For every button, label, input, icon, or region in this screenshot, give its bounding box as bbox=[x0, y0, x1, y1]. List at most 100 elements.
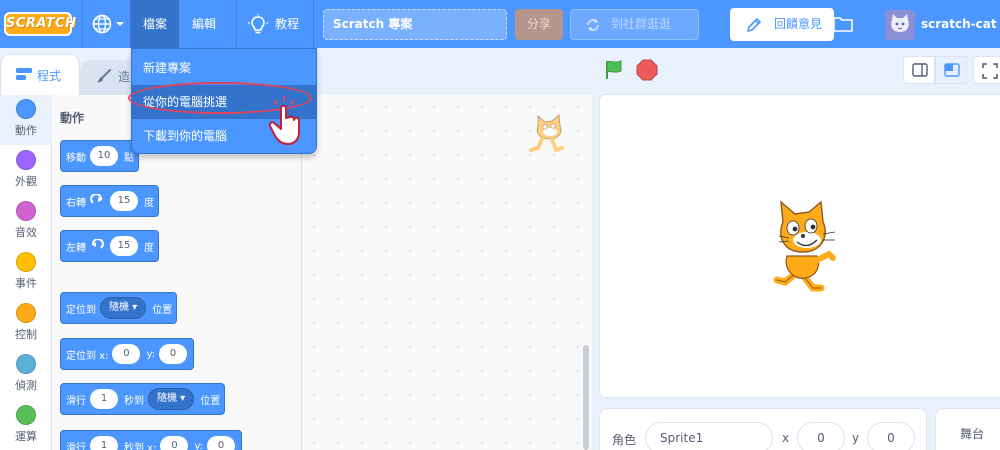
x-input[interactable]: 0 bbox=[112, 344, 141, 364]
avatar[interactable] bbox=[885, 10, 915, 40]
sprite-x-input[interactable]: 0 bbox=[797, 422, 845, 450]
turn-left-block[interactable]: 左轉 15 度 bbox=[60, 230, 159, 262]
block-text: 移動 bbox=[66, 152, 86, 164]
block-text: 度 bbox=[144, 242, 154, 254]
brush-icon bbox=[97, 69, 111, 83]
category-label: 事件 bbox=[15, 277, 37, 290]
sprite-info-pane: 角色 Sprite1 x 0 y 0 bbox=[599, 408, 927, 450]
large-stage-button[interactable] bbox=[935, 56, 967, 84]
edit-menu-button[interactable]: 編輯 bbox=[180, 0, 228, 48]
category-dot bbox=[16, 354, 36, 374]
category-sensing[interactable]: 偵測 bbox=[0, 350, 52, 400]
category-dot bbox=[16, 405, 36, 425]
category-sound[interactable]: 音效 bbox=[0, 197, 52, 247]
category-events[interactable]: 事件 bbox=[0, 248, 52, 298]
username[interactable]: scratch-cat bbox=[921, 0, 997, 48]
degrees-input[interactable]: 15 bbox=[110, 236, 138, 256]
block-categories: 動作 外觀 音效 事件 控制 偵測 運算 bbox=[0, 95, 52, 450]
share-button[interactable]: 分享 bbox=[515, 9, 563, 40]
x-label: x bbox=[782, 431, 790, 445]
block-text: 定位到 x: bbox=[66, 350, 109, 362]
stop-icon[interactable] bbox=[636, 59, 658, 81]
sprite-name-input[interactable]: Sprite1 bbox=[645, 422, 773, 450]
category-label: 外觀 bbox=[15, 175, 37, 188]
category-dot bbox=[16, 201, 36, 221]
large-stage-icon bbox=[944, 63, 960, 77]
block-text: 秒到 bbox=[124, 395, 144, 407]
degrees-input[interactable]: 15 bbox=[110, 191, 138, 211]
category-operators[interactable]: 運算 bbox=[0, 401, 52, 450]
category-looks[interactable]: 外觀 bbox=[0, 146, 52, 196]
block-text: 位置 bbox=[200, 395, 221, 407]
block-text: y: bbox=[146, 348, 156, 360]
turn-right-block[interactable]: 右轉 15 度 bbox=[60, 185, 159, 217]
tab-code[interactable]: 程式 bbox=[0, 54, 80, 96]
move-steps-block[interactable]: 移動 10 點 bbox=[60, 140, 139, 172]
block-text: 定位到 bbox=[66, 304, 96, 316]
category-dot bbox=[16, 150, 36, 170]
block-text: 滑行 bbox=[66, 442, 86, 450]
rotate-right-icon bbox=[90, 194, 103, 204]
cat-sprite[interactable] bbox=[765, 200, 845, 292]
category-label: 運算 bbox=[15, 430, 37, 443]
scratch-logo[interactable]: SCRATCH bbox=[4, 12, 76, 36]
glide-to-xy-block[interactable]: 滑行 1 秒到 x: 0 y: 0 bbox=[60, 430, 243, 450]
refresh-icon bbox=[587, 19, 599, 31]
script-area-scrollbar[interactable] bbox=[583, 345, 589, 450]
small-stage-button[interactable] bbox=[903, 56, 935, 84]
menu-item-new-project[interactable]: 新建專案 bbox=[132, 51, 316, 85]
block-text: 秒到 x: bbox=[124, 442, 157, 450]
category-label: 偵測 bbox=[15, 379, 37, 392]
lightbulb-icon bbox=[248, 14, 268, 34]
category-dot bbox=[16, 99, 36, 119]
dropdown-value: 隨機 bbox=[157, 393, 177, 404]
folder-icon[interactable] bbox=[832, 14, 854, 34]
file-menu-button[interactable]: 檔案 bbox=[131, 0, 179, 48]
feedback-button[interactable]: 回饋意見 bbox=[730, 8, 834, 41]
palette-section-title: 動作 bbox=[60, 111, 85, 125]
stage-selector[interactable]: 舞台 bbox=[935, 408, 1000, 450]
current-sprite-watermark bbox=[529, 113, 564, 153]
tutorials-label: 教程 bbox=[275, 17, 300, 31]
category-motion[interactable]: 動作 bbox=[0, 95, 52, 145]
globe-icon bbox=[92, 14, 124, 34]
block-text: 左轉 bbox=[66, 242, 86, 254]
code-tab-icon bbox=[16, 68, 32, 80]
green-flag-icon[interactable] bbox=[602, 58, 626, 82]
category-dot bbox=[16, 303, 36, 323]
y-input[interactable]: 0 bbox=[159, 344, 188, 364]
sprite-label: 角色 bbox=[612, 433, 637, 447]
seconds-input[interactable]: 1 bbox=[90, 436, 118, 450]
block-text: 度 bbox=[144, 197, 154, 209]
y-input[interactable]: 0 bbox=[207, 436, 236, 450]
steps-input[interactable]: 10 bbox=[90, 146, 118, 166]
project-title-input[interactable]: Scratch 專案 bbox=[323, 9, 507, 40]
fullscreen-button[interactable] bbox=[973, 56, 1000, 84]
small-stage-icon bbox=[912, 63, 928, 77]
seconds-input[interactable]: 1 bbox=[90, 389, 118, 409]
target-dropdown[interactable]: 隨機 ▾ bbox=[100, 297, 147, 319]
language-menu[interactable] bbox=[92, 12, 132, 36]
tab-costumes-label: 造 bbox=[118, 70, 131, 84]
go-to-block[interactable]: 定位到 隨機 ▾ 位置 bbox=[60, 292, 178, 324]
block-text: 右轉 bbox=[66, 197, 86, 209]
target-dropdown[interactable]: 隨機 ▾ bbox=[148, 388, 195, 410]
fullscreen-icon bbox=[982, 63, 998, 79]
category-control[interactable]: 控制 bbox=[0, 299, 52, 349]
menu-divider bbox=[313, 0, 314, 48]
glide-to-block[interactable]: 滑行 1 秒到 隨機 ▾ 位置 bbox=[60, 383, 226, 415]
tutorials-button[interactable]: 教程 bbox=[245, 0, 307, 48]
see-community-button[interactable]: 到社群逛逛 bbox=[570, 9, 699, 40]
menu-divider bbox=[236, 0, 237, 48]
block-text: 滑行 bbox=[66, 395, 86, 407]
sprite-y-input[interactable]: 0 bbox=[867, 422, 915, 450]
category-label: 動作 bbox=[15, 124, 37, 137]
menu-bar: SCRATCH 檔案 編輯 教程 Scratch 專案 分享 到社群逛逛 回饋意… bbox=[0, 0, 1000, 48]
x-input[interactable]: 0 bbox=[160, 436, 189, 450]
category-label: 控制 bbox=[15, 328, 37, 341]
go-to-xy-block[interactable]: 定位到 x: 0 y: 0 bbox=[60, 338, 195, 370]
tab-code-label: 程式 bbox=[37, 69, 62, 83]
stage-selector-label: 舞台 bbox=[960, 427, 985, 441]
menu-divider bbox=[82, 0, 83, 48]
feedback-label: 回饋意見 bbox=[774, 17, 823, 31]
